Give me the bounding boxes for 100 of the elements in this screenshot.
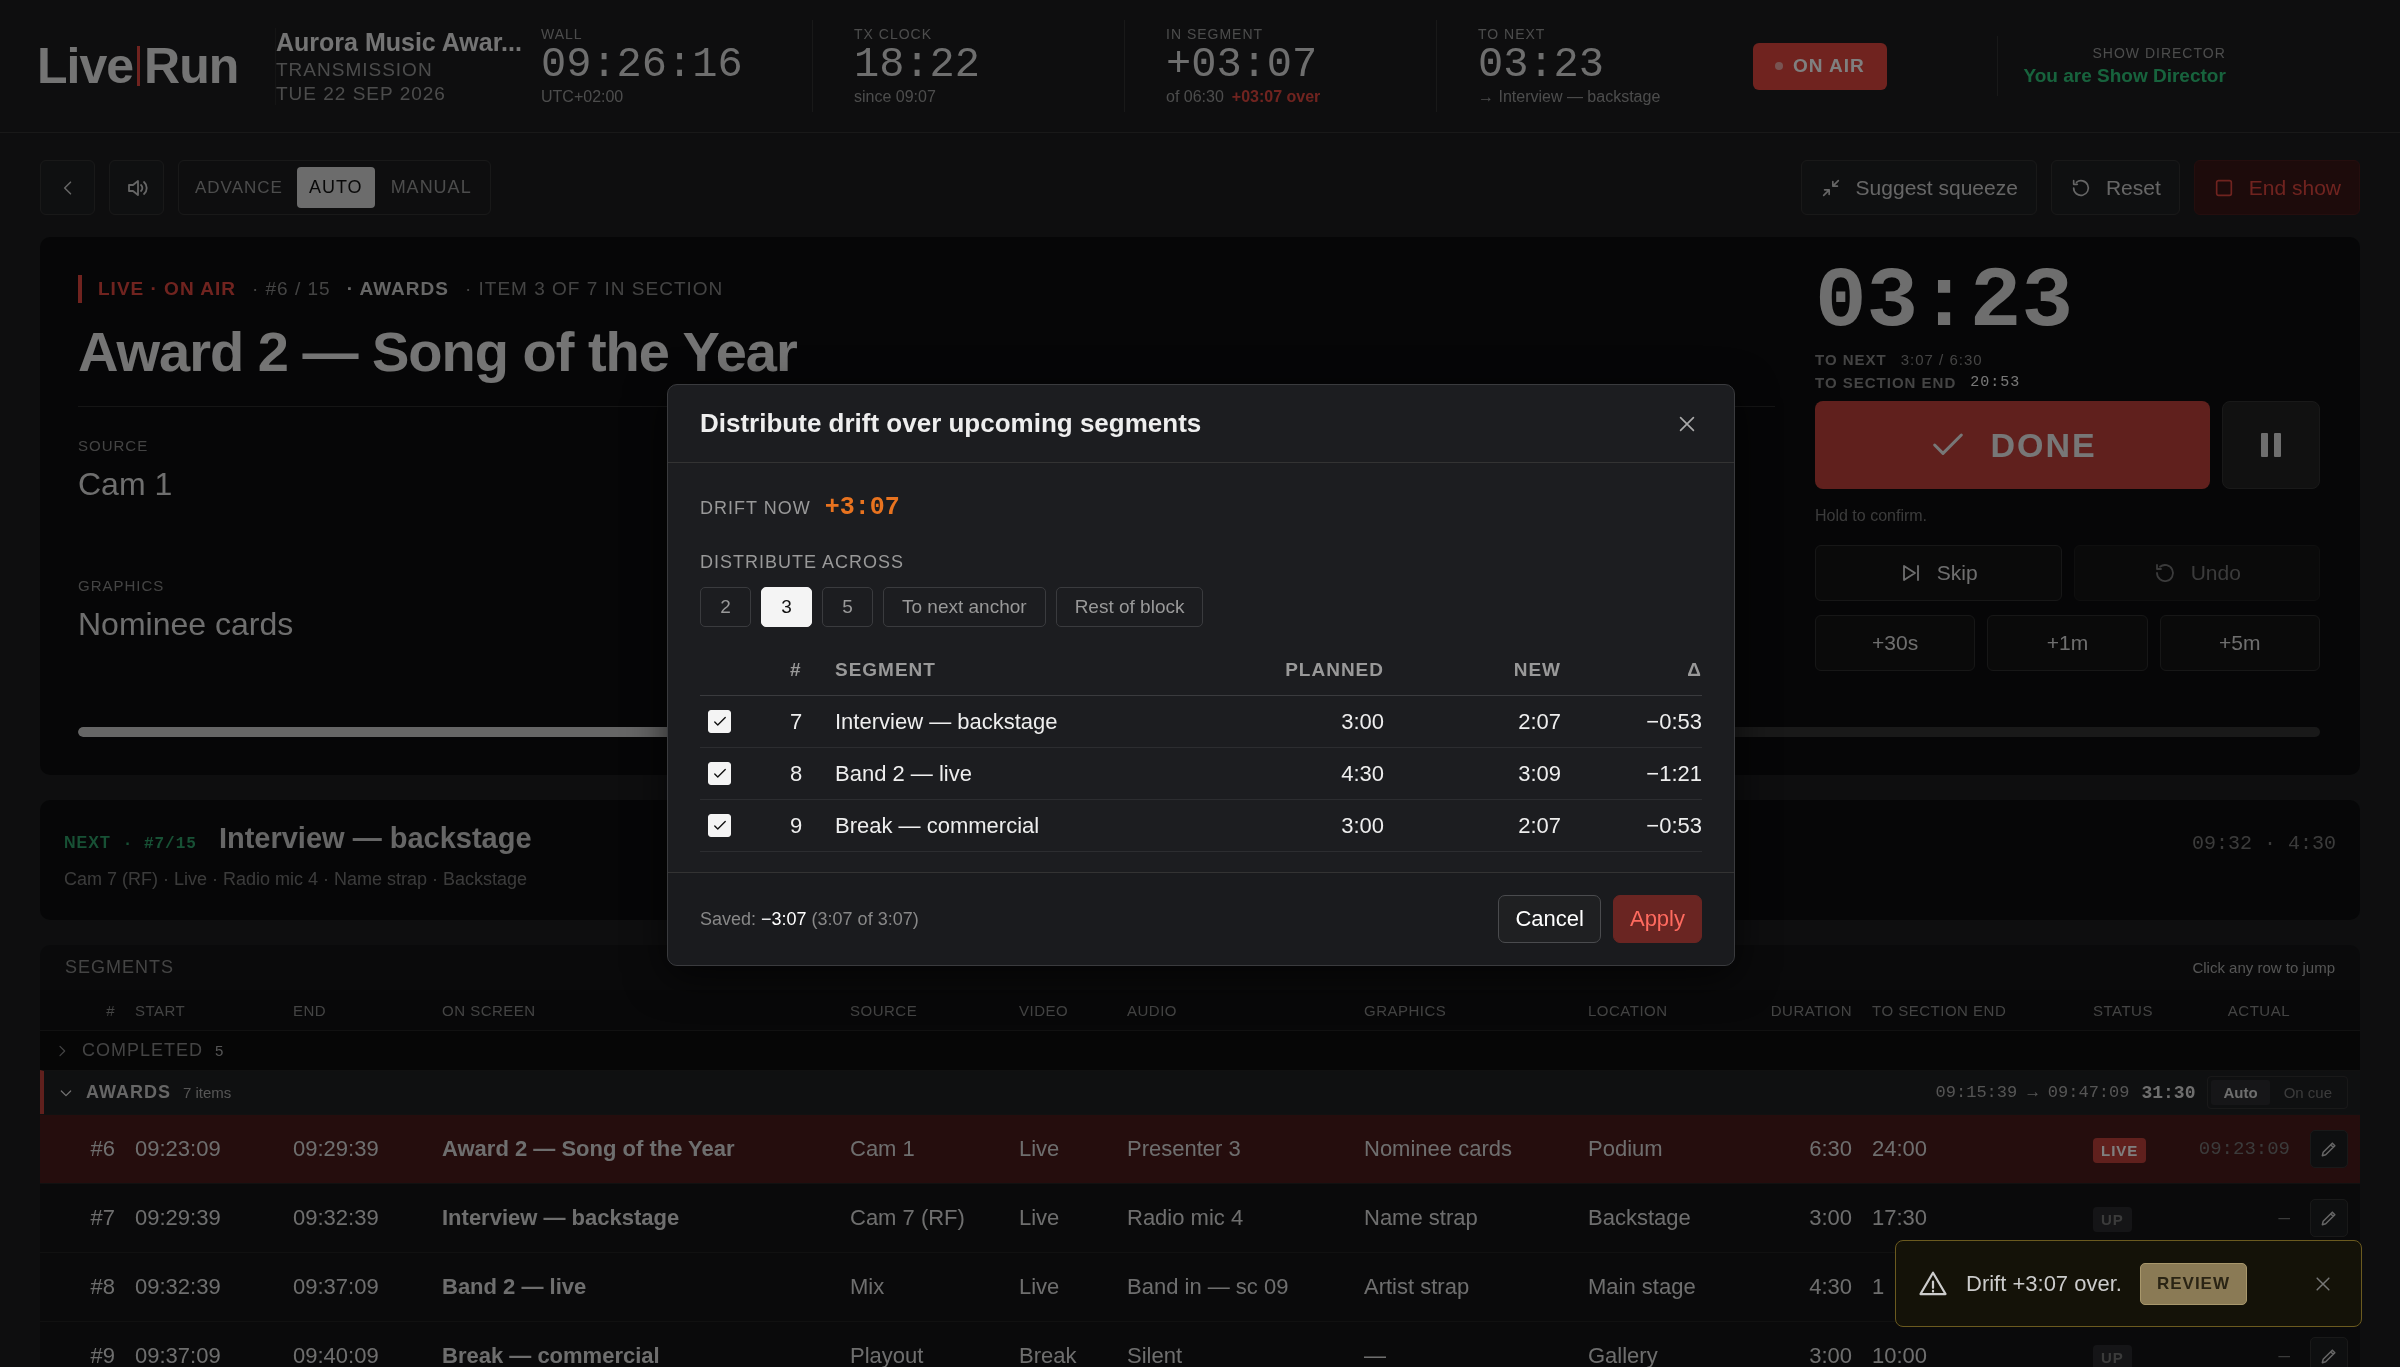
table-cell: Cam 1	[850, 1136, 915, 1162]
column-header: SEGMENT	[835, 659, 937, 681]
next-position: · #7/15	[122, 835, 197, 853]
field-value: Nominee cards	[78, 606, 294, 643]
item-position: · ITEM 3 OF 7 IN SECTION	[464, 278, 724, 300]
clock-caption: UTC+02:00	[541, 88, 624, 107]
section-count: 5	[215, 1042, 224, 1059]
column-header: STATUS	[2093, 1001, 2153, 1019]
panel-title: SEGMENTS	[65, 957, 174, 978]
role-text: You are Show Director	[2023, 65, 2226, 87]
table-cell: Live	[1019, 1274, 1060, 1300]
section-range: 09:15:39 → 09:47:09	[1935, 1083, 2130, 1102]
switch-label: ADVANCE	[194, 177, 284, 198]
section-total: 31:30	[2141, 1082, 2196, 1103]
table-cell-text: −0:53	[1645, 708, 1702, 735]
table-cell-text: −0:53	[1645, 812, 1702, 839]
clock-caption: of 06:30	[1166, 88, 1224, 107]
table-cell: Live	[1019, 1205, 1060, 1231]
column-header: DURATION	[1770, 1001, 1852, 1019]
field-value: Cam 1	[78, 466, 173, 503]
meta-value: 3:07 / 6:30	[1900, 351, 1983, 368]
clock-label: TO NEXT	[1478, 25, 1547, 42]
table-cell: 09:32:39	[135, 1274, 221, 1300]
clock-label: WALL	[541, 25, 584, 42]
panel-hint: Click any row to jump	[2192, 959, 2335, 976]
next-title: Interview — backstage	[218, 822, 532, 855]
column-header: END	[293, 1001, 327, 1019]
segment-position: · #6 / 15	[251, 278, 331, 300]
table-cell: Cam 7 (RF)	[850, 1205, 965, 1231]
table-cell: Presenter 3	[1127, 1136, 1241, 1162]
field-label: GRAPHICS	[78, 577, 165, 594]
table-cell: 24:00	[1872, 1136, 1928, 1162]
table-cell: Break	[1019, 1343, 1077, 1367]
table-cell: Interview — backstage	[442, 1205, 680, 1231]
overrun-text: +03:07 over	[1231, 88, 1321, 107]
clock-label: IN SEGMENT	[1166, 25, 1265, 42]
section-name: · AWARDS	[346, 278, 449, 300]
table-cell: Podium	[1588, 1136, 1663, 1162]
section-name: COMPLETED	[82, 1040, 204, 1061]
table-cell: —	[2278, 1207, 2290, 1229]
meta-value: 20:53	[1970, 374, 2021, 391]
distribute-label: DISTRIBUTE ACROSS	[700, 552, 906, 573]
table-cell-text: 7	[790, 708, 804, 735]
column-header: SOURCE	[850, 1001, 918, 1019]
table-cell-text: 9	[790, 812, 804, 839]
live-status: LIVE · ON AIR	[98, 278, 236, 300]
show-date: TUE 22 SEP 2026	[276, 82, 447, 105]
table-cell: Artist strap	[1364, 1274, 1470, 1300]
table-cell-text: 3:00	[1340, 708, 1384, 735]
column-header: VIDEO	[1019, 1001, 1069, 1019]
clock-caption: since 09:07	[854, 88, 936, 107]
clock-value: 03:23	[1478, 41, 1606, 89]
table-cell: 09:29:39	[293, 1136, 379, 1162]
column-header: NEW	[1512, 659, 1561, 681]
table-cell: 3:00	[1809, 1205, 1852, 1231]
clock-caption: → Interview — backstage	[1478, 88, 1661, 107]
table-cell: 09:40:09	[293, 1343, 379, 1367]
table-cell-text: Interview — backstage	[835, 708, 1059, 735]
table-cell-text: Break — commercial	[835, 812, 1041, 839]
table-cell: Silent	[1127, 1343, 1183, 1367]
table-cell: #7	[90, 1205, 115, 1231]
table-cell: Award 2 — Song of the Year	[442, 1136, 735, 1162]
table-cell-text: 4:30	[1340, 760, 1384, 787]
countdown: 03:23	[1815, 259, 2075, 345]
table-cell: —	[1364, 1343, 1386, 1367]
table-cell: Band in — sc 09	[1127, 1274, 1289, 1300]
section-name: AWARDS	[86, 1082, 171, 1103]
table-cell: Nominee cards	[1364, 1136, 1512, 1162]
column-header: LOCATION	[1588, 1001, 1668, 1019]
show-subtitle: TRANSMISSION	[276, 58, 434, 81]
field-label: SOURCE	[78, 437, 149, 454]
column-header: AUDIO	[1127, 1001, 1177, 1019]
table-cell: Backstage	[1588, 1205, 1691, 1231]
table-cell-text: Band 2 — live	[835, 760, 973, 787]
column-header: TO SECTION END	[1872, 1001, 2007, 1019]
table-cell: 3:00	[1809, 1343, 1852, 1367]
table-cell: Break — commercial	[442, 1343, 660, 1367]
table-cell-text: −1:21	[1645, 760, 1702, 787]
column-header: #	[106, 1001, 115, 1019]
table-cell: #6	[90, 1136, 115, 1162]
meta-label: TO NEXT	[1815, 351, 1887, 368]
table-cell: —	[2278, 1345, 2290, 1367]
saved-summary: Saved: −3:07 (3:07 of 3:07)	[700, 908, 919, 930]
next-label: NEXT	[64, 834, 111, 852]
table-cell-text: 3:00	[1340, 812, 1384, 839]
table-cell: 6:30	[1809, 1136, 1852, 1162]
table-cell: 09:32:39	[293, 1205, 379, 1231]
drift-label: DRIFT NOW	[700, 498, 811, 519]
column-header: Δ	[1686, 659, 1702, 681]
table-cell: 17:30	[1872, 1205, 1928, 1231]
section-count: 7 items	[183, 1084, 232, 1101]
table-cell: 09:29:39	[135, 1205, 221, 1231]
clock-label: TX CLOCK	[854, 25, 933, 42]
toast-message: Drift +3:07 over.	[1966, 1270, 2122, 1297]
table-cell: Name strap	[1364, 1205, 1478, 1231]
table-cell: Live	[1019, 1136, 1060, 1162]
clock-value: +03:07	[1166, 41, 1319, 89]
column-header: ON SCREEN	[442, 1001, 536, 1019]
table-cell: #9	[90, 1343, 115, 1367]
column-header: GRAPHICS	[1364, 1001, 1447, 1019]
